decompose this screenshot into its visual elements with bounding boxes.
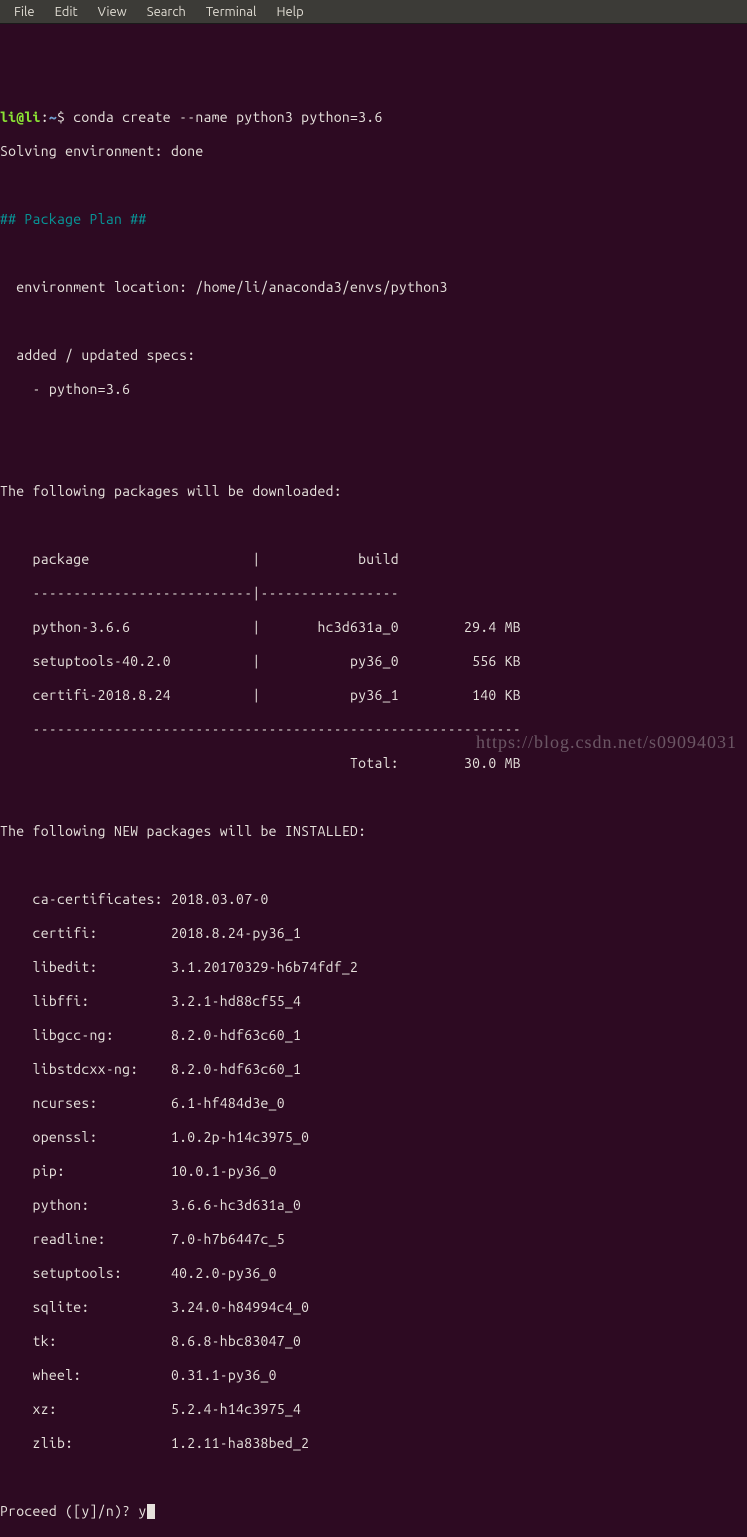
install-row: sqlite: 3.24.0-h84994c4_0 bbox=[0, 1299, 747, 1316]
added-specs-item: - python=3.6 bbox=[0, 381, 747, 398]
install-row: pip: 10.0.1-py36_0 bbox=[0, 1163, 747, 1180]
install-row: xz: 5.2.4-h14c3975_4 bbox=[0, 1401, 747, 1418]
env-location: environment location: /home/li/anaconda3… bbox=[0, 279, 747, 296]
install-row: libedit: 3.1.20170329-h6b74fdf_2 bbox=[0, 959, 747, 976]
terminal-output[interactable]: li@li:~$ conda create --name python3 pyt… bbox=[0, 24, 747, 1537]
prompt-path: ~ bbox=[49, 109, 57, 125]
menu-search[interactable]: Search bbox=[137, 2, 196, 22]
install-row: libstdcxx-ng: 8.2.0-hdf63c60_1 bbox=[0, 1061, 747, 1078]
menu-file[interactable]: File bbox=[4, 2, 45, 22]
install-row: libffi: 3.2.1-hd88cf55_4 bbox=[0, 993, 747, 1010]
dl-row: python-3.6.6 | hc3d631a_0 29.4 MB bbox=[0, 619, 747, 636]
install-row: openssl: 1.0.2p-h14c3975_0 bbox=[0, 1129, 747, 1146]
added-specs-label: added / updated specs: bbox=[0, 347, 747, 364]
prompt-colon: : bbox=[41, 109, 49, 125]
install-row: python: 3.6.6-hc3d631a_0 bbox=[0, 1197, 747, 1214]
install-row: tk: 8.6.8-hbc83047_0 bbox=[0, 1333, 747, 1350]
cursor-icon bbox=[147, 1504, 155, 1519]
solving-line: Solving environment: done bbox=[0, 143, 747, 160]
install-row: wheel: 0.31.1-py36_0 bbox=[0, 1367, 747, 1384]
proceed-line[interactable]: Proceed ([y]/n)? y bbox=[0, 1503, 747, 1520]
dl-row: certifi-2018.8.24 | py36_1 140 KB bbox=[0, 687, 747, 704]
install-header: The following NEW packages will be INSTA… bbox=[0, 823, 747, 840]
menu-terminal[interactable]: Terminal bbox=[196, 2, 267, 22]
prompt-user: li@li bbox=[0, 109, 41, 125]
menu-help[interactable]: Help bbox=[266, 2, 313, 22]
install-row: setuptools: 40.2.0-py36_0 bbox=[0, 1265, 747, 1282]
install-row: libgcc-ng: 8.2.0-hdf63c60_1 bbox=[0, 1027, 747, 1044]
package-plan-header: ## Package Plan ## bbox=[0, 211, 747, 228]
install-row: zlib: 1.2.11-ha838bed_2 bbox=[0, 1435, 747, 1452]
menu-view[interactable]: View bbox=[88, 2, 137, 22]
menubar: File Edit View Search Terminal Help bbox=[0, 0, 747, 24]
menu-edit[interactable]: Edit bbox=[45, 2, 88, 22]
prompt-dollar: $ bbox=[57, 109, 73, 125]
dl-table-header: package | build bbox=[0, 551, 747, 568]
proceed-question: Proceed ([y]/n)? bbox=[0, 1503, 138, 1519]
download-header: The following packages will be downloade… bbox=[0, 483, 747, 500]
install-row: readline: 7.0-h7b6447c_5 bbox=[0, 1231, 747, 1248]
proceed-answer: y bbox=[138, 1503, 146, 1519]
install-row: ncurses: 6.1-hf484d3e_0 bbox=[0, 1095, 747, 1112]
dl-table-sep1: ---------------------------|------------… bbox=[0, 585, 747, 602]
dl-total: Total: 30.0 MB bbox=[0, 755, 747, 772]
install-row: certifi: 2018.8.24-py36_1 bbox=[0, 925, 747, 942]
install-row: ca-certificates: 2018.03.07-0 bbox=[0, 891, 747, 908]
dl-row: setuptools-40.2.0 | py36_0 556 KB bbox=[0, 653, 747, 670]
prompt-line: li@li:~$ conda create --name python3 pyt… bbox=[0, 109, 747, 126]
command-text: conda create --name python3 python=3.6 bbox=[73, 109, 382, 125]
dl-table-sep2: ----------------------------------------… bbox=[0, 721, 747, 738]
